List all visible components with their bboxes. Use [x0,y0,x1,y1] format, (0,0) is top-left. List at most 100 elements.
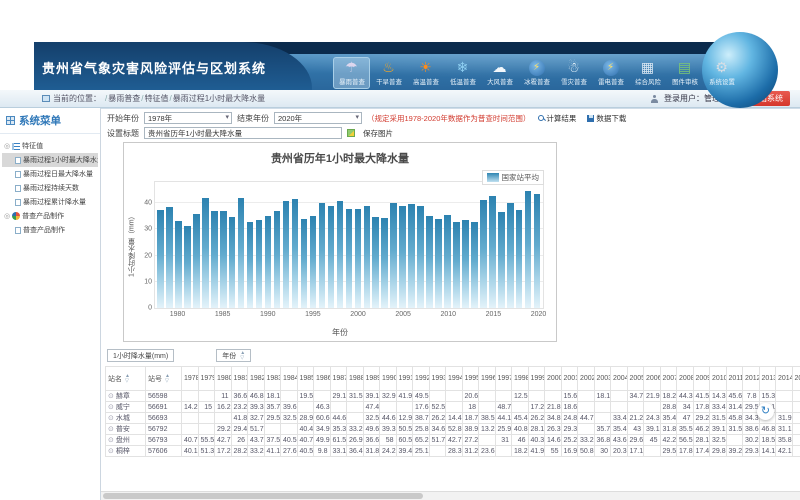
bar-2007[interactable] [417,206,424,308]
sidebar-item[interactable]: 暴雨过程1小时最大降水量 [2,153,98,167]
bar-2017[interactable] [507,203,514,308]
bar-2005[interactable] [399,206,406,308]
breadcrumb-separator: / [169,94,171,103]
year-column-header: 2009 [693,367,710,391]
bar-1989[interactable] [256,220,263,308]
bar-2020[interactable] [534,194,541,308]
sidebar-item[interactable]: 暴雨过程持续天数 [2,181,98,195]
bar-1985[interactable] [220,211,227,308]
bar-2014[interactable] [480,200,487,308]
breadcrumb-item[interactable]: 暴雨普查 [108,94,140,103]
bar-1999[interactable] [346,209,353,308]
bar-2003[interactable] [381,218,388,308]
bar-2011[interactable] [453,222,460,308]
bar-2010[interactable] [444,215,451,308]
bar-2015[interactable] [489,196,496,308]
bar-1981[interactable] [184,226,191,308]
bar-1983[interactable] [202,198,209,308]
value-cell: 13.2 [479,424,496,435]
sidebar-item[interactable]: 暴雨过程累计降水量 [2,195,98,209]
bar-1986[interactable] [229,217,236,308]
row-expander-icon[interactable]: ⊙ [108,414,114,422]
column-header-station-name[interactable]: 站名 ▲▽ [106,367,146,391]
breadcrumb-item[interactable]: 暴雨过程1小时最大降水量 [173,94,265,103]
bar-1990[interactable] [265,216,272,308]
bar-2006[interactable] [408,204,415,308]
row-expander-icon[interactable]: ⊙ [108,447,114,455]
tree-expander-icon[interactable]: ◎ [4,142,10,150]
nav-item-low-temp-survey[interactable]: ❄低温普查 [444,57,481,89]
bar-1980[interactable] [175,221,182,308]
nav-item-gale-survey[interactable]: ☁大风普查 [481,57,518,89]
nav-item-drought-survey[interactable]: ♨干旱普查 [370,57,407,89]
bar-1987[interactable] [238,198,245,308]
sidebar-item[interactable]: 暴雨过程日最大降水量 [2,167,98,181]
station-id-cell: 56793 [146,435,182,446]
column-header-station-id[interactable]: 站号 ▲▽ [146,367,182,391]
bar-2001[interactable] [364,206,371,308]
sort-arrows-icon[interactable]: ▲▽ [240,351,245,360]
bar-1993[interactable] [292,199,299,308]
year-sort-control[interactable]: 年份 ▲▽ [216,349,251,362]
breadcrumb-item[interactable]: 特征值 [144,94,168,103]
chart-legend[interactable]: 国家站平均 [482,170,545,185]
comprehensive-risk-icon: ▦ [640,60,656,76]
year-column-header: 1993 [429,367,446,391]
metric-filter-select[interactable]: 1小时降水量(mm) [107,349,174,362]
bar-2013[interactable] [471,222,478,308]
scrollbar-thumb[interactable] [103,493,423,499]
bar-1995[interactable] [310,216,317,308]
bar-2000[interactable] [355,209,362,308]
sidebar-group-0[interactable]: ◎特征值 [2,139,98,153]
download-button[interactable]: 数据下载 [584,112,629,125]
nav-item-hail-survey[interactable]: ⚡冰雹普查 [518,57,555,89]
row-expander-icon[interactable]: ⊙ [108,425,114,433]
bar-1978[interactable] [157,210,164,308]
sort-arrows-icon[interactable]: ▲▽ [125,374,130,383]
start-year-select[interactable]: 1978年 [144,112,232,124]
sort-arrows-icon[interactable]: ▲▽ [165,374,170,383]
calculate-button[interactable]: 计算结果 [535,112,579,125]
bar-2004[interactable] [390,203,397,308]
nav-item-comprehensive-risk[interactable]: ▦综合风险 [629,57,666,89]
chart-title-input[interactable]: 贵州省历年1小时最大降水量 [144,127,342,139]
save-image-button[interactable]: 保存图片 [360,127,396,140]
bar-2016[interactable] [498,212,505,308]
bar-1988[interactable] [247,222,254,308]
bar-1982[interactable] [193,214,200,308]
sidebar-group-1[interactable]: ◎普查产品制作 [2,209,98,223]
nav-item-map-review[interactable]: ▤图件审核 [666,57,703,89]
bar-2019[interactable] [525,191,532,308]
sidebar-item[interactable]: 普查产品制作 [2,223,98,237]
refresh-icon[interactable]: ↻ [757,403,774,420]
table-row: ⊙普安5679229.229.451.740.434.935.333.249.6… [106,424,800,435]
bar-2018[interactable] [516,210,523,308]
nav-icon-bar: ☂暴雨普查♨干旱普查☀高温普查❄低温普查☁大风普查⚡冰雹普查☃雪灾普查⚡雷电普查… [333,57,740,89]
end-year-select[interactable]: 2020年 [274,112,362,124]
tree-expander-icon[interactable]: ◎ [4,212,10,220]
bar-1994[interactable] [301,219,308,308]
bar-2012[interactable] [462,220,469,308]
bar-1991[interactable] [274,211,281,308]
bar-2009[interactable] [435,219,442,308]
value-cell [495,446,512,457]
nav-item-high-temp-survey[interactable]: ☀高温普查 [407,57,444,89]
nav-item-snow-survey[interactable]: ☃雪灾普查 [555,57,592,89]
bar-1992[interactable] [283,201,290,308]
bar-1979[interactable] [166,207,173,308]
row-expander-icon[interactable]: ⊙ [108,436,114,444]
bar-1998[interactable] [337,201,344,308]
nav-item-lightning-survey[interactable]: ⚡雷电普查 [592,57,629,89]
bar-2002[interactable] [372,217,379,308]
bar-2008[interactable] [426,216,433,308]
bar-1997[interactable] [328,206,335,308]
nav-item-system-settings[interactable]: ⚙系统设置 [703,57,740,89]
bar-1996[interactable] [319,203,326,308]
nav-item-rainstorm-survey[interactable]: ☂暴雨普查 [333,57,370,89]
row-expander-icon[interactable]: ⊙ [108,392,114,400]
year-column-header: 2008 [677,367,694,391]
bar-1984[interactable] [211,211,218,308]
row-expander-icon[interactable]: ⊙ [108,403,114,411]
horizontal-scrollbar[interactable] [101,491,800,500]
nav-item-label: 暴雨普查 [339,77,365,86]
